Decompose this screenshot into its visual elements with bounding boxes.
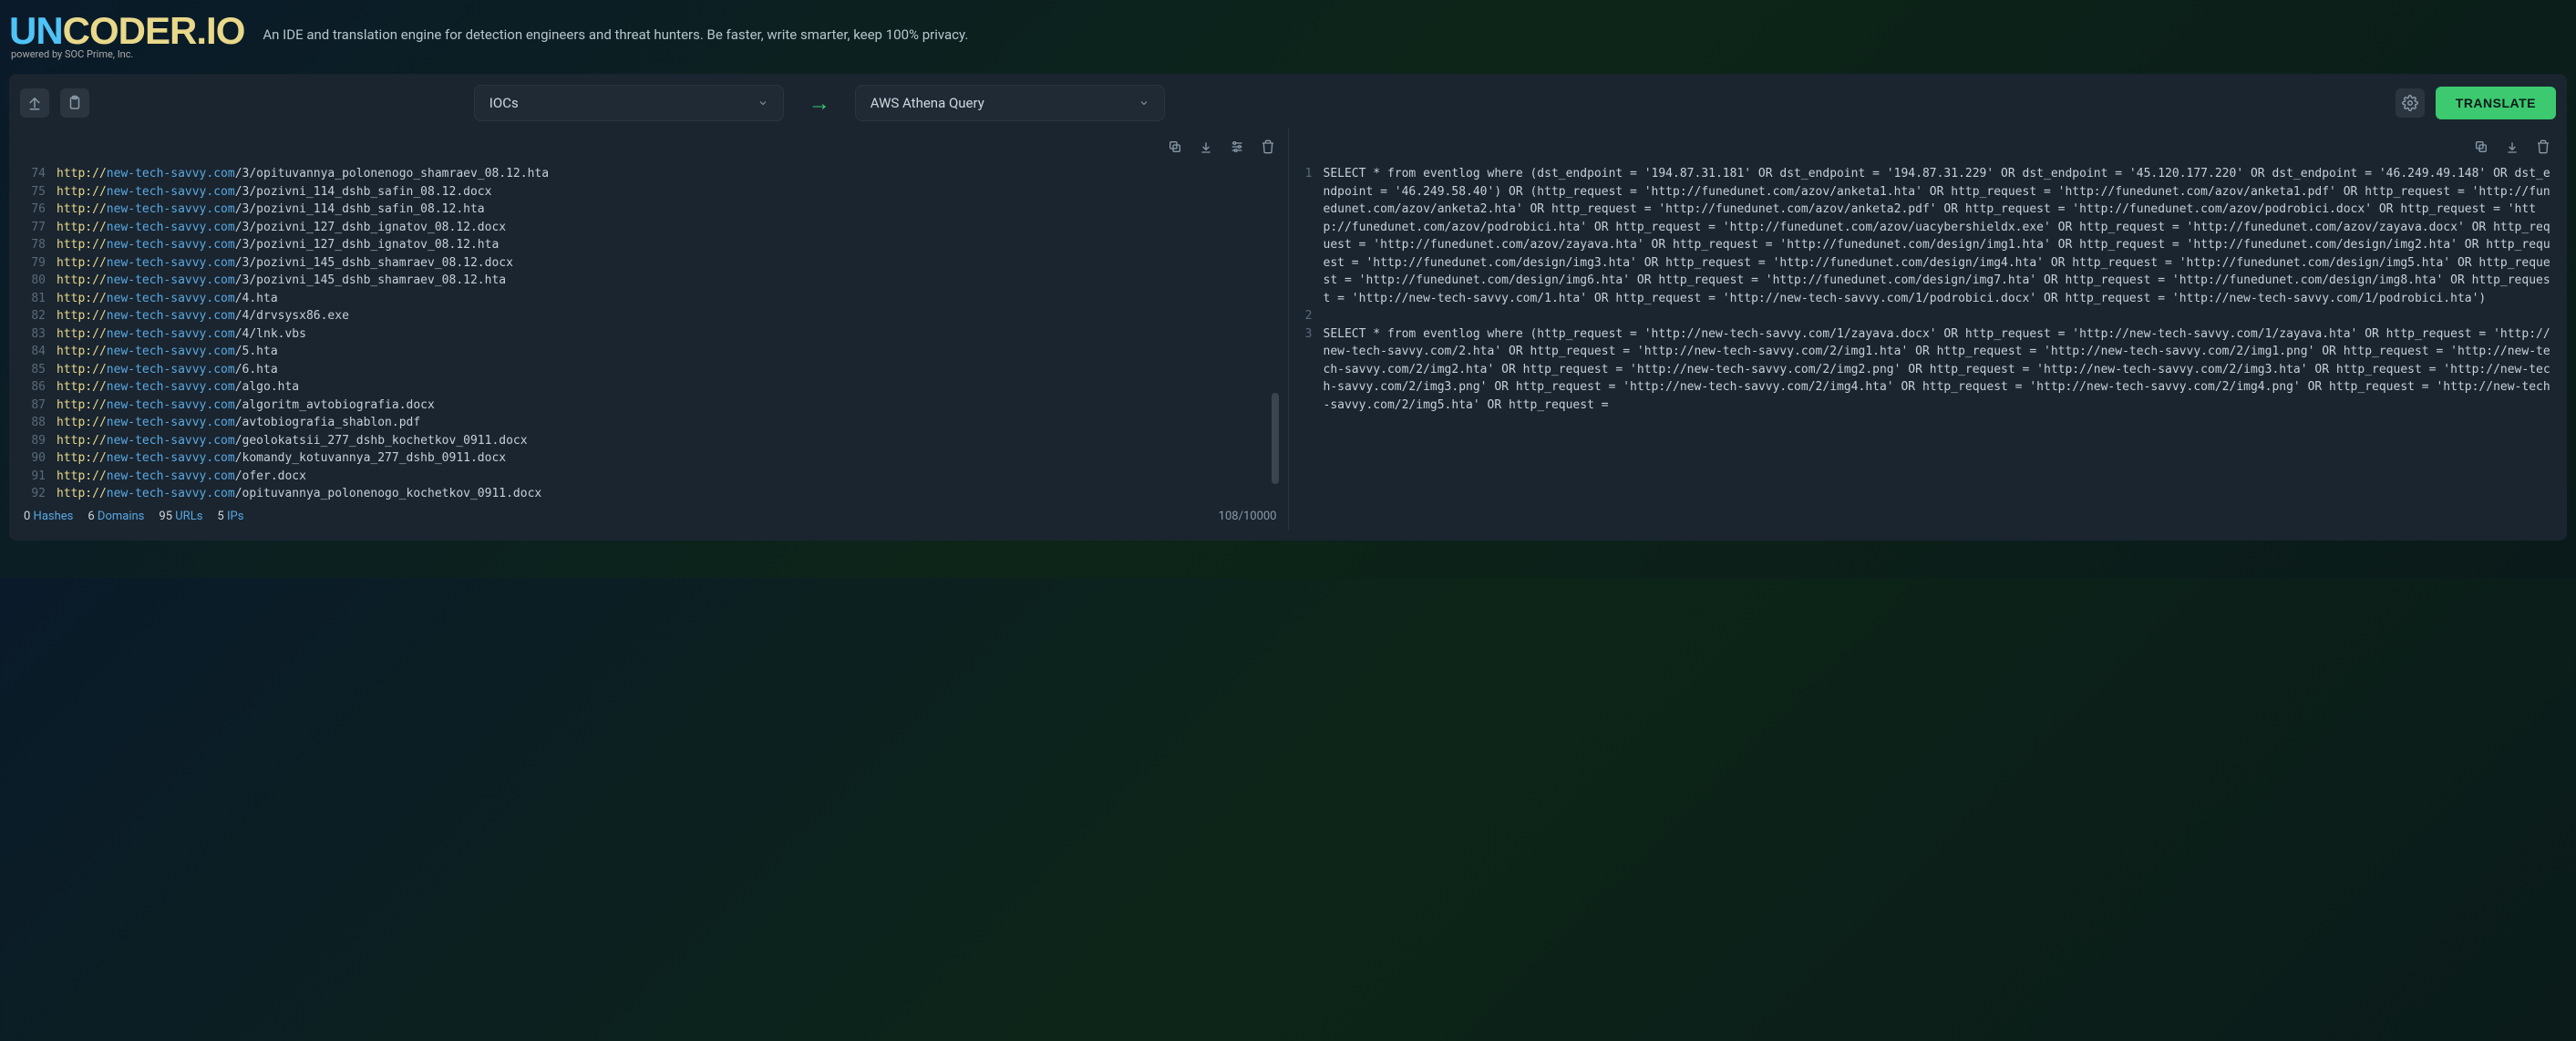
- status-domains: 6 Domains: [88, 510, 144, 523]
- copy-icon: [2474, 139, 2488, 154]
- powered-by: powered by SOC Prime, Inc.: [11, 48, 244, 60]
- chevron-down-icon: [1139, 98, 1149, 108]
- filter-input-button[interactable]: [1224, 134, 1250, 160]
- toolbar: IOCs → AWS Athena Query TRANSLATE: [20, 85, 2556, 121]
- code-line: http://new-tech-savvy.com/6.hta: [57, 361, 1281, 379]
- status-ips: 5 IPs: [217, 510, 243, 523]
- paste-button[interactable]: [60, 88, 89, 118]
- upload-icon: [26, 95, 43, 111]
- download-icon: [1199, 139, 1213, 154]
- source-format-label: IOCs: [489, 95, 519, 111]
- input-actions: [20, 129, 1281, 165]
- gear-icon: [2402, 95, 2418, 111]
- output-pane: 1SELECT * from eventlog where (dst_endpo…: [1289, 129, 2557, 530]
- source-format-select[interactable]: IOCs: [474, 85, 784, 121]
- target-format-label: AWS Athena Query: [871, 95, 984, 111]
- code-line: http://new-tech-savvy.com/3/opituvannya_…: [57, 165, 1281, 183]
- status-urls: 95 URLs: [159, 510, 202, 523]
- code-line: http://new-tech-savvy.com/5.hta: [57, 343, 1281, 361]
- logo-un: UN: [9, 9, 63, 52]
- target-format-select[interactable]: AWS Athena Query: [855, 85, 1165, 121]
- code-line: http://new-tech-savvy.com/4/lnk.vbs: [57, 325, 1281, 344]
- code-line: http://new-tech-savvy.com/algoritm_avtob…: [57, 397, 1281, 415]
- logo-block: UNCODER.IO powered by SOC Prime, Inc.: [9, 9, 244, 60]
- code-line: http://new-tech-savvy.com/avtobiografia_…: [57, 414, 1281, 432]
- scrollbar-thumb[interactable]: [1272, 393, 1279, 484]
- upload-button[interactable]: [20, 88, 49, 118]
- download-input-button[interactable]: [1193, 134, 1219, 160]
- code-line: http://new-tech-savvy.com/geolokatsii_27…: [57, 432, 1281, 450]
- code-line: http://new-tech-savvy.com/algo.hta: [57, 378, 1281, 397]
- code-line: http://new-tech-savvy.com/4/drvsysx86.ex…: [57, 307, 1281, 325]
- logo-io: .IO: [196, 9, 244, 52]
- code-line: http://new-tech-savvy.com/3/pozivni_114_…: [57, 183, 1281, 201]
- copy-output-button[interactable]: [2468, 134, 2494, 160]
- input-pane: 7475767778798081828384858687888990919293…: [20, 129, 1289, 530]
- code-line: http://new-tech-savvy.com/4.hta: [57, 290, 1281, 308]
- clear-output-button[interactable]: [2530, 134, 2556, 160]
- code-line: http://new-tech-savvy.com/3/pozivni_127_…: [57, 236, 1281, 254]
- status-counter: 108/10000: [1219, 510, 1277, 523]
- code-line: http://new-tech-savvy.com/komandy_kotuva…: [57, 449, 1281, 468]
- output-row: 2: [1296, 307, 2557, 325]
- status-hashes: 0 Hashes: [24, 510, 73, 523]
- sliders-icon: [1230, 139, 1244, 154]
- code-line: http://new-tech-savvy.com/3/pozivni_127_…: [57, 219, 1281, 237]
- output-lines: 1SELECT * from eventlog where (dst_endpo…: [1296, 165, 2557, 414]
- output-row: 1SELECT * from eventlog where (dst_endpo…: [1296, 165, 2557, 307]
- code-line: http://new-tech-savvy.com/3/pozivni_145_…: [57, 254, 1281, 273]
- output-editor[interactable]: 1SELECT * from eventlog where (dst_endpo…: [1296, 165, 2557, 530]
- chevron-down-icon: [757, 98, 768, 108]
- input-lines: http://new-tech-savvy.com/3/opituvannya_…: [57, 165, 1281, 502]
- copy-input-button[interactable]: [1162, 134, 1188, 160]
- main-panel: IOCs → AWS Athena Query TRANSLATE: [9, 74, 2567, 541]
- tagline: An IDE and translation engine for detect…: [263, 26, 968, 43]
- output-row: 3SELECT * from eventlog where (http_requ…: [1296, 325, 2557, 415]
- code-line: http://new-tech-savvy.com/ofer.docx: [57, 468, 1281, 486]
- header: UNCODER.IO powered by SOC Prime, Inc. An…: [0, 0, 2576, 65]
- input-gutter: 7475767778798081828384858687888990919293…: [20, 165, 57, 502]
- trash-icon: [1261, 139, 1275, 154]
- translate-button[interactable]: TRANSLATE: [2436, 87, 2556, 119]
- copy-icon: [1168, 139, 1182, 154]
- settings-button[interactable]: [2396, 88, 2425, 118]
- download-icon: [2505, 139, 2519, 154]
- editor-panes: 7475767778798081828384858687888990919293…: [20, 129, 2556, 530]
- clipboard-icon: [67, 95, 83, 111]
- clear-input-button[interactable]: [1255, 134, 1281, 160]
- output-actions: [1296, 129, 2557, 165]
- arrow-right-icon: →: [809, 90, 830, 117]
- status-bar: 0 Hashes 6 Domains 95 URLs 5 IPs 108/100…: [20, 502, 1281, 523]
- trash-icon: [2536, 139, 2550, 154]
- download-output-button[interactable]: [2499, 134, 2525, 160]
- logo-coder: CODER: [63, 9, 197, 52]
- code-line: http://new-tech-savvy.com/3/pozivni_114_…: [57, 201, 1281, 219]
- code-line: http://new-tech-savvy.com/3/pozivni_145_…: [57, 272, 1281, 290]
- logo: UNCODER.IO: [9, 9, 244, 53]
- input-editor[interactable]: 7475767778798081828384858687888990919293…: [20, 165, 1281, 502]
- code-line: http://new-tech-savvy.com/opituvannya_po…: [57, 485, 1281, 502]
